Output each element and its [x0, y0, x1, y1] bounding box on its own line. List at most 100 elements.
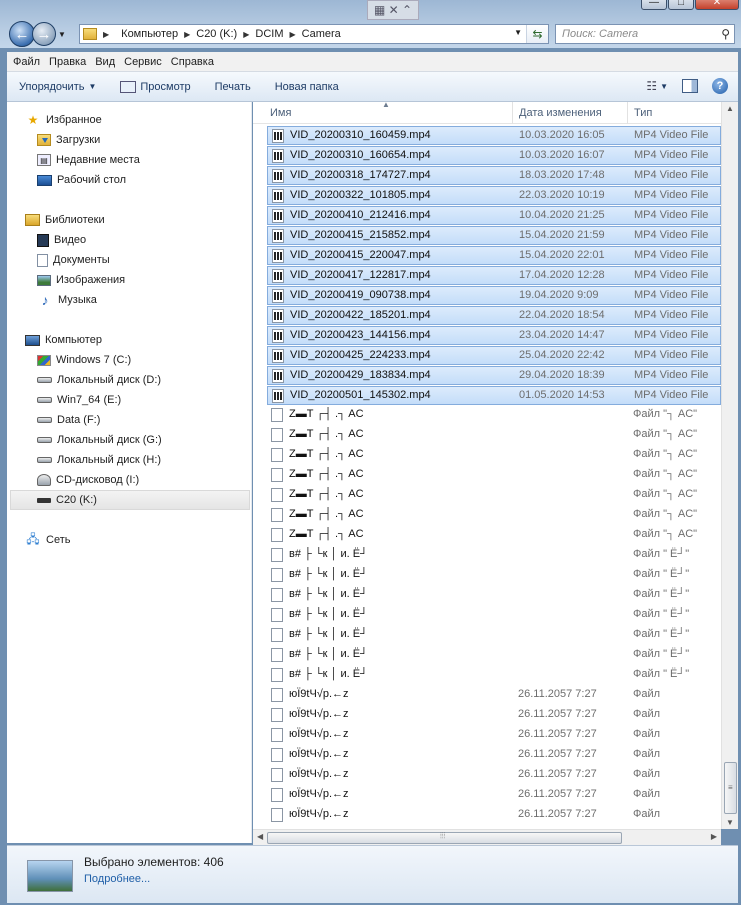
file-row[interactable]: в# ├ └к │ и. Ё┘ Файл " Ё┘"	[267, 586, 721, 605]
vertical-scrollbar[interactable]: ▲ ≡ ▼	[721, 102, 738, 829]
file-row[interactable]: юЇ9tЧ√р.←z 26.11.2057 7:27 Файл	[267, 706, 721, 725]
file-row[interactable]: Z▬T ┌┤ .┐ AC Файл "┐ AC"	[267, 466, 721, 485]
file-row[interactable]: VID_20200415_220047.mp4 15.04.2020 22:01 M…	[267, 246, 721, 265]
preview-button[interactable]: Просмотр	[120, 80, 191, 93]
forward-button[interactable]: →	[32, 22, 56, 46]
address-dropdown[interactable]: ▼	[514, 28, 522, 37]
breadcrumb-computer[interactable]: Компьютер	[121, 28, 178, 40]
close-button[interactable]: ✕	[695, 0, 739, 10]
file-row[interactable]: VID_20200318_174727.mp4 18.03.2020 17:48 M…	[267, 166, 721, 185]
snap-widget[interactable]: ▦ ✕ ⌃	[367, 0, 419, 20]
preview-pane-icon[interactable]	[682, 79, 698, 93]
file-row[interactable]: VID_20200417_122817.mp4 17.04.2020 12:28 M…	[267, 266, 721, 285]
file-row[interactable]: юЇ9tЧ√р.←z 26.11.2057 7:27 Файл	[267, 726, 721, 745]
file-row[interactable]: Z▬T ┌┤ .┐ AC Файл "┐ AC"	[267, 486, 721, 505]
breadcrumb-dcim[interactable]: ▶ DCIM	[243, 28, 283, 40]
file-row[interactable]: в# ├ └к │ и. Ё┘ Файл " Ё┘"	[267, 566, 721, 585]
nav-video[interactable]: Видео	[37, 230, 86, 250]
file-row[interactable]: юЇ9tЧ√р.←z 26.11.2057 7:27 Файл	[267, 786, 721, 805]
file-row[interactable]: VID_20200410_212416.mp4 10.04.2020 21:25 M…	[267, 206, 721, 225]
file-row[interactable]: Z▬T ┌┤ .┐ AC Файл "┐ AC"	[267, 406, 721, 425]
file-row[interactable]: Z▬T ┌┤ .┐ AC Файл "┐ AC"	[267, 526, 721, 545]
nav-network[interactable]: 🖧 Сеть	[25, 530, 70, 550]
file-row[interactable]: в# ├ └к │ и. Ё┘ Файл " Ё┘"	[267, 646, 721, 665]
file-row[interactable]: Z▬T ┌┤ .┐ AC Файл "┐ AC"	[267, 426, 721, 445]
organize-button[interactable]: Упорядочить ▼	[19, 81, 96, 93]
nav-drive-c[interactable]: Windows 7 (C:)	[37, 350, 131, 370]
view-dropdown[interactable]: ▼	[660, 82, 668, 91]
file-row[interactable]: в# ├ └к │ и. Ё┘ Файл " Ё┘"	[267, 546, 721, 565]
file-row[interactable]: VID_20200425_224233.mp4 25.04.2020 22:42 M…	[267, 346, 721, 365]
file-row[interactable]: VID_20200501_145302.mp4 01.05.2020 14:53 M…	[267, 386, 721, 405]
recent-pages-dropdown[interactable]: ▼	[58, 30, 66, 39]
scroll-up-icon[interactable]: ▲	[726, 104, 734, 113]
change-view-icon[interactable]: ☷	[646, 79, 657, 93]
column-header-date[interactable]: Дата изменения	[519, 107, 602, 119]
help-icon[interactable]: ?	[712, 78, 728, 94]
nav-drive-g[interactable]: Локальный диск (G:)	[37, 430, 162, 450]
file-row[interactable]: Z▬T ┌┤ .┐ AC Файл "┐ AC"	[267, 506, 721, 525]
column-divider[interactable]	[627, 102, 628, 124]
scroll-right-icon[interactable]: ▶	[711, 832, 717, 841]
file-row[interactable]: в# ├ └к │ и. Ё┘ Файл " Ё┘"	[267, 606, 721, 625]
file-name: VID_20200322_101805.mp4	[290, 189, 431, 201]
column-header-type[interactable]: Тип	[634, 107, 652, 119]
nav-desktop[interactable]: Рабочий стол	[37, 170, 126, 190]
file-row[interactable]: VID_20200422_185201.mp4 22.04.2020 18:54 M…	[267, 306, 721, 325]
file-row[interactable]: юЇ9tЧ√р.←z 26.11.2057 7:27 Файл	[267, 746, 721, 765]
address-bar[interactable]: ▶ Компьютер ▶ C20 (K:) ▶ DCIM ▶ Camera ▼ ⇆	[79, 24, 549, 44]
nav-computer[interactable]: Компьютер	[25, 330, 102, 350]
menu-help[interactable]: Справка	[171, 56, 214, 68]
file-row[interactable]: юЇ9tЧ√р.←z 26.11.2057 7:27 Файл	[267, 806, 721, 825]
breadcrumb-drive[interactable]: ▶ C20 (K:)	[184, 28, 237, 40]
nav-drive-i[interactable]: CD-дисковод (I:)	[37, 470, 139, 490]
file-name: юЇ9tЧ√р.←z	[289, 748, 349, 760]
vertical-scroll-thumb[interactable]: ≡	[724, 762, 737, 814]
file-row[interactable]: в# ├ └к │ и. Ё┘ Файл " Ё┘"	[267, 626, 721, 645]
file-row[interactable]: VID_20200310_160654.mp4 10.03.2020 16:07 M…	[267, 146, 721, 165]
breadcrumb-root[interactable]: ▶	[103, 30, 115, 39]
file-row[interactable]: Z▬T ┌┤ .┐ AC Файл "┐ AC"	[267, 446, 721, 465]
search-icon[interactable]: ⚲	[721, 27, 730, 41]
file-row[interactable]: в# ├ └к │ и. Ё┘ Файл " Ё┘"	[267, 666, 721, 685]
nav-drive-e[interactable]: Win7_64 (E:)	[37, 390, 121, 410]
file-row[interactable]: VID_20200419_090738.mp4 19.04.2020 9:09 MP…	[267, 286, 721, 305]
nav-recent-places[interactable]: ▤ Недавние места	[37, 150, 140, 170]
menu-file[interactable]: Файл	[13, 56, 40, 68]
nav-music[interactable]: ♪ Музыка	[37, 290, 97, 310]
new-folder-button[interactable]: Новая папка	[275, 81, 339, 93]
file-row[interactable]: VID_20200429_183834.mp4 29.04.2020 18:39 M…	[267, 366, 721, 385]
column-header-name[interactable]: Имя	[270, 107, 291, 119]
nav-pictures[interactable]: Изображения	[37, 270, 125, 290]
nav-drive-h[interactable]: Локальный диск (H:)	[37, 450, 161, 470]
more-details-link[interactable]: Подробнее...	[84, 873, 150, 885]
breadcrumb-camera[interactable]: ▶ Camera	[289, 28, 340, 40]
nav-downloads[interactable]: Загрузки	[37, 130, 100, 150]
toolbar-right: ☷ ▼ ?	[646, 78, 728, 94]
nav-drive-f[interactable]: Data (F:)	[37, 410, 100, 430]
menu-edit[interactable]: Правка	[49, 56, 86, 68]
horizontal-scroll-thumb[interactable]: ⦙⦙⦙	[267, 831, 622, 844]
file-row[interactable]: юЇ9tЧ√р.←z 26.11.2057 7:27 Файл	[267, 686, 721, 705]
file-row[interactable]: VID_20200310_160459.mp4 10.03.2020 16:05 M…	[267, 126, 721, 145]
horizontal-scrollbar[interactable]: ◀ ⦙⦙⦙ ▶	[253, 829, 721, 845]
maximize-button[interactable]: □	[668, 0, 694, 10]
nav-drive-d[interactable]: Локальный диск (D:)	[37, 370, 161, 390]
nav-libraries[interactable]: Библиотеки	[25, 210, 105, 230]
nav-favorites[interactable]: ★ Избранное	[25, 110, 102, 130]
file-row[interactable]: юЇ9tЧ√р.←z 26.11.2057 7:27 Файл	[267, 766, 721, 785]
minimize-button[interactable]: —	[641, 0, 667, 10]
scroll-left-icon[interactable]: ◀	[257, 832, 263, 841]
file-row[interactable]: VID_20200423_144156.mp4 23.04.2020 14:47 M…	[267, 326, 721, 345]
column-divider[interactable]	[512, 102, 513, 124]
print-button[interactable]: Печать	[215, 81, 251, 93]
search-input[interactable]: Поиск: Camera ⚲	[555, 24, 735, 44]
file-row[interactable]: VID_20200322_101805.mp4 22.03.2020 10:19 M…	[267, 186, 721, 205]
scroll-down-icon[interactable]: ▼	[726, 818, 734, 827]
menu-view[interactable]: Вид	[95, 56, 115, 68]
refresh-button[interactable]: ⇆	[526, 25, 548, 43]
menu-tools[interactable]: Сервис	[124, 56, 162, 68]
file-row[interactable]: VID_20200415_215852.mp4 15.04.2020 21:59 M…	[267, 226, 721, 245]
nav-documents[interactable]: Документы	[37, 250, 110, 270]
nav-drive-k[interactable]: C20 (K:)	[10, 490, 250, 510]
